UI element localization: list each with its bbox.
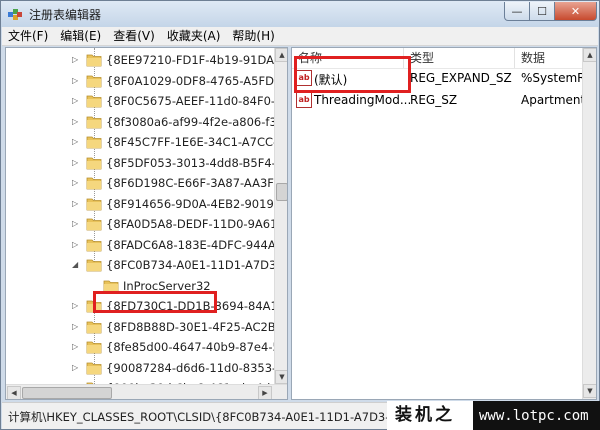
tree-item-label: {8F5DF053-3013-4dd8-B5F4-88 [106, 155, 288, 170]
tree-item-label: {8fe85d00-4647-40b9-87e4-5eb [106, 340, 288, 354]
expand-arrow-icon[interactable]: ▷ [72, 363, 81, 372]
expand-arrow-icon[interactable]: ▷ [72, 117, 81, 126]
column-header-data[interactable]: 数据 [515, 48, 583, 68]
folder-icon [86, 157, 102, 169]
tree-item-clsid-key[interactable]: ▷ {8F0A1029-0DF8-4765-A5FD-16 [6, 71, 287, 91]
folder-icon [86, 218, 102, 231]
tree-item-label: {8FA0D5A8-DEDF-11D0-9A61-0 [106, 217, 288, 231]
tree-item-clsid-key[interactable]: ▷ {8FA0D5A8-DEDF-11D0-9A61-0 [6, 214, 287, 234]
folder-icon [86, 259, 102, 272]
tree-item-clsid-key[interactable]: ◢ {8FC0B734-A0E1-11D1-A7D3-00 [6, 255, 287, 275]
expand-arrow-icon[interactable]: ▷ [72, 96, 81, 105]
scroll-up-arrow-icon[interactable]: ▲ [583, 48, 596, 62]
expand-arrow-icon[interactable]: ▷ [72, 240, 81, 249]
tree-item-clsid-key[interactable]: ▷ {8F6D198C-E66F-3A87-AA3F-F8 [6, 173, 287, 193]
expand-arrow-icon[interactable]: ▷ [72, 219, 81, 228]
tree-item-clsid-key[interactable]: ▷ {8F45C7FF-1E6E-34C1-A7CC-26 [6, 132, 287, 152]
string-value-icon: ab [296, 92, 312, 108]
tree-item-label: {8F6D198C-E66F-3A87-AA3F-F8 [106, 176, 288, 190]
tree-horizontal-scrollbar[interactable]: ◀ ▶ [6, 384, 287, 399]
scroll-down-arrow-icon[interactable]: ▼ [275, 370, 287, 384]
expand-arrow-icon[interactable]: ▷ [72, 322, 81, 331]
column-header-type[interactable]: 类型 [404, 48, 515, 68]
watermark-url: www.lotpc.com [473, 401, 600, 430]
menu-favorites[interactable]: 收藏夹(A) [161, 27, 227, 46]
tree-item-clsid-key[interactable]: ▷ {8fe85d00-4647-40b9-87e4-5eb [6, 337, 287, 357]
tree-item-clsid-key[interactable]: ▷ {8EE97210-FD1F-4b19-91DA-67 [6, 50, 287, 70]
tree-item-clsid-key[interactable]: ▷ {8FADC6A8-183E-4DFC-944A-84 [6, 235, 287, 255]
maximize-button[interactable]: ☐ [529, 2, 555, 21]
tree-item-label: {8EE97210-FD1F-4b19-91DA-67 [106, 53, 288, 67]
tree-item-clsid-key[interactable]: ▷ {8F5DF053-3013-4dd8-B5F4-88 [6, 153, 287, 173]
expand-arrow-icon[interactable]: ▷ [72, 199, 81, 208]
watermark: 装机之家 www.lotpc.com [387, 401, 600, 430]
expand-arrow-icon[interactable]: ▷ [72, 342, 81, 351]
tree-item-clsid-key[interactable]: ▷ {8FD8B88D-30E1-4F25-AC2B-55 [6, 317, 287, 337]
close-button[interactable]: ✕ [554, 2, 597, 21]
folder-icon [86, 116, 102, 128]
tree-item-label: {8F45C7FF-1E6E-34C1-A7CC-26 [106, 135, 288, 149]
folder-icon [86, 136, 102, 149]
expanded-arrow-icon[interactable]: ◢ [72, 260, 81, 269]
folder-icon [86, 341, 102, 354]
default-value-highlight-box [294, 56, 411, 93]
menu-view[interactable]: 查看(V) [107, 27, 161, 46]
expand-arrow-icon[interactable]: ▷ [72, 178, 81, 187]
window-title: 注册表编辑器 [29, 8, 102, 22]
expand-arrow-icon[interactable]: ▷ [72, 137, 81, 146]
regedit-app-icon [8, 9, 22, 20]
tree-item-label: {8FD8B88D-30E1-4F25-AC2B-55 [106, 319, 288, 334]
value-row-threadingmodel[interactable]: ab ThreadingMod... REG_SZ Apartment [292, 90, 596, 110]
menu-file[interactable]: 文件(F) [2, 27, 54, 46]
tree-item-label: {8FADC6A8-183E-4DFC-944A-84 [106, 237, 288, 252]
menu-bar: 文件(F) 编辑(E) 查看(V) 收藏夹(A) 帮助(H) [2, 27, 598, 46]
title-bar[interactable]: 注册表编辑器 — ☐ ✕ [1, 1, 599, 27]
current-key-path: 计算机\HKEY_CLASSES_ROOT\CLSID\{8FC0B734-A0… [8, 410, 419, 424]
scroll-right-arrow-icon[interactable]: ▶ [258, 386, 272, 399]
expand-arrow-icon[interactable]: ▷ [72, 158, 81, 167]
scroll-up-arrow-icon[interactable]: ▲ [275, 48, 287, 62]
tree-item-clsid-key[interactable]: ▷ {90087284-d6d6-11d0-8353-00 [6, 358, 287, 378]
tree-item-label: {90087284-d6d6-11d0-8353-00 [106, 360, 288, 375]
tree-hscroll-thumb[interactable] [22, 387, 112, 399]
tree-vertical-scrollbar[interactable]: ▲ ▼ [274, 48, 287, 384]
value-type: REG_SZ [410, 93, 458, 107]
expand-arrow-icon[interactable]: ▷ [72, 301, 81, 310]
expand-arrow-icon[interactable]: ▷ [72, 76, 81, 85]
tree-item-label: {8F914656-9D0A-4EB2-9019-0B [106, 196, 288, 211]
folder-icon [86, 321, 102, 333]
folder-icon [86, 75, 102, 87]
menu-help[interactable]: 帮助(H) [226, 27, 280, 46]
value-type: REG_EXPAND_SZ [410, 71, 512, 85]
folder-icon [86, 362, 102, 374]
registry-editor-window: 注册表编辑器 — ☐ ✕ 文件(F) 编辑(E) 查看(V) 收藏夹(A) 帮助… [0, 0, 600, 430]
tree-item-clsid-key[interactable]: ▷ {8F0C5675-AEEF-11d0-84F0-000 [6, 91, 287, 111]
folder-icon [86, 177, 102, 190]
folder-icon [86, 54, 102, 67]
value-data: Apartment [521, 93, 586, 107]
tree-item-clsid-key[interactable]: ▷ {8F914656-9D0A-4EB2-9019-0B [6, 194, 287, 214]
folder-icon [86, 239, 102, 251]
folder-icon [86, 95, 102, 108]
tree-item-label: {8F0A1029-0DF8-4765-A5FD-16 [106, 73, 288, 88]
tree-item-clsid-key[interactable]: ▷ {8f3080a6-af99-4f2e-a806-f3d5 [6, 112, 287, 132]
tree-item-label: {8f3080a6-af99-4f2e-a806-f3d5 [106, 114, 288, 129]
registry-key-tree[interactable]: ▷ {8EE97210-FD1F-4b19-91DA-67 ▷ {8F0A1029-0… [5, 47, 288, 400]
folder-icon [86, 198, 102, 210]
minimize-button[interactable]: — [504, 2, 530, 21]
tree-item-label: {8F0C5675-AEEF-11d0-84F0-000 [106, 94, 288, 108]
registry-value-list[interactable]: 名称 类型 数据 ab (默认) REG_EXPAND_SZ %SystemRo… [291, 47, 597, 400]
tree-item-label: {8FC0B734-A0E1-11D1-A7D3-00 [106, 258, 288, 272]
menu-edit[interactable]: 编辑(E) [54, 27, 107, 46]
expand-arrow-icon[interactable]: ▷ [72, 55, 81, 64]
list-vertical-scrollbar[interactable]: ▲ ▼ [582, 48, 596, 399]
value-name: ThreadingMod... [314, 93, 412, 107]
inprocserver32-highlight-box [93, 291, 217, 313]
scroll-left-arrow-icon[interactable]: ◀ [7, 386, 21, 399]
scroll-down-arrow-icon[interactable]: ▼ [583, 384, 596, 398]
tree-scroll-thumb[interactable] [276, 183, 287, 201]
watermark-brand: 装机之家 [387, 401, 473, 430]
